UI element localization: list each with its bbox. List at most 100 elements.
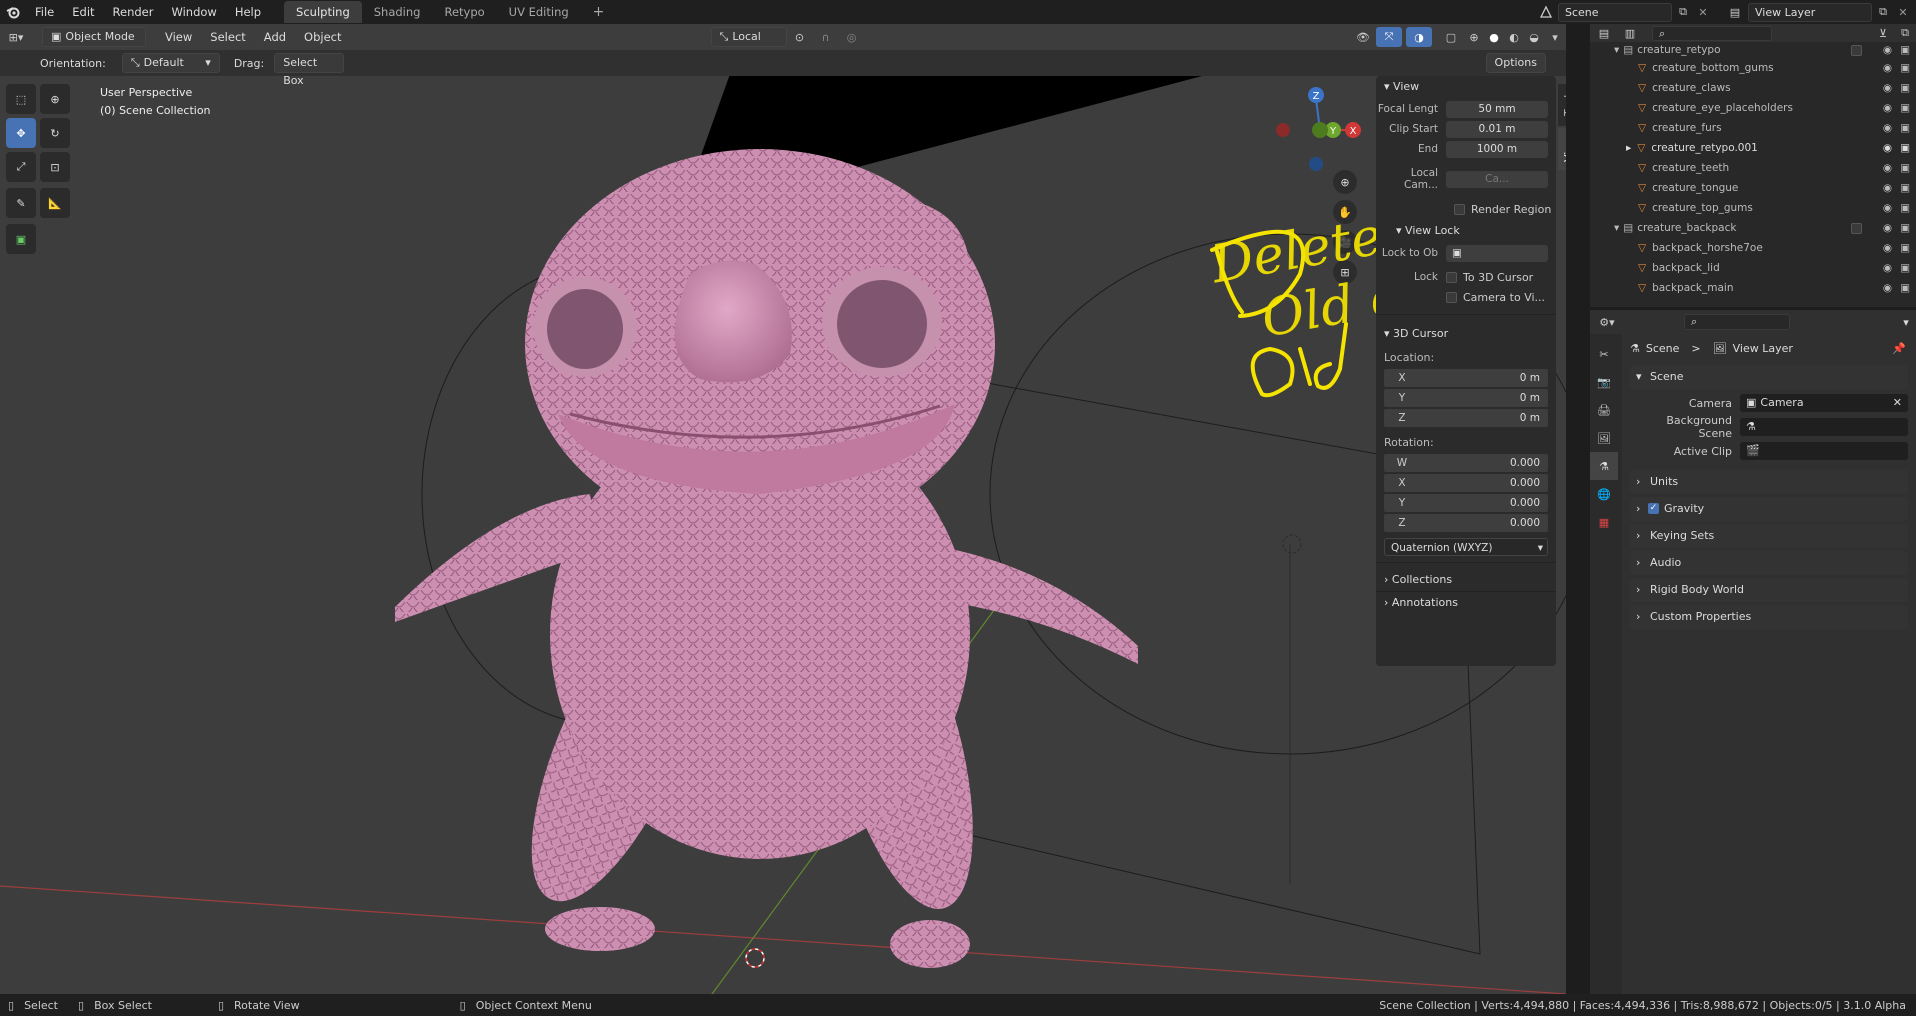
tool-properties-icon[interactable]: ✂ [1590, 340, 1618, 368]
camera-field[interactable]: ▣ Camera ✕ [1740, 394, 1908, 412]
outliner-item[interactable]: ▽ backpack_lid ◉ ▣ [1590, 258, 1916, 278]
audio-section-header[interactable]: › Audio [1630, 551, 1908, 575]
menu-render[interactable]: Render [104, 0, 163, 24]
camera-render-icon[interactable]: ▣ [1900, 40, 1910, 60]
camera-render-icon[interactable]: ▣ [1900, 278, 1910, 298]
blender-logo-icon[interactable] [0, 0, 26, 24]
xray-icon[interactable]: ▢ [1438, 31, 1464, 44]
mode-selector[interactable]: ▣ Object Mode [42, 27, 146, 47]
outliner-item[interactable]: ▽ creature_teeth ◉ ▣ [1590, 158, 1916, 178]
options-button[interactable]: Options [1485, 53, 1546, 73]
camera-render-icon[interactable]: ▣ [1900, 58, 1910, 78]
measure-tool-icon[interactable]: 📐 [40, 188, 70, 218]
clear-camera-icon[interactable]: ✕ [1893, 394, 1902, 412]
camera-to-view-checkbox[interactable] [1446, 291, 1457, 303]
visibility-icon[interactable]: 👁 [1350, 31, 1376, 44]
pin-icon[interactable]: 📌 [1892, 342, 1906, 355]
workspace-tab-shading[interactable]: Shading [362, 1, 433, 23]
outliner-editor-icon[interactable]: ▤ [1590, 27, 1618, 40]
outliner-item[interactable]: ▽ creature_eye_placeholders ◉ ▣ [1590, 98, 1916, 118]
delete-scene-icon[interactable]: ✕ [1694, 2, 1712, 22]
camera-render-icon[interactable]: ▣ [1900, 138, 1910, 158]
outliner-collection-creature-retypo[interactable]: ▾ ▤ creature_retypo ◉ ▣ [1590, 42, 1916, 58]
scene-properties-icon[interactable]: ⚗ [1590, 452, 1618, 480]
outliner-item[interactable]: ▽ creature_top_gums ◉ ▣ [1590, 198, 1916, 218]
view-layer-field[interactable]: View Layer [1748, 2, 1872, 22]
include-collection-checkbox[interactable] [1851, 222, 1862, 234]
eye-icon[interactable]: ◉ [1883, 78, 1892, 98]
annotations-section-header[interactable]: › Annotations [1376, 592, 1556, 614]
outliner-item[interactable]: ▽ creature_claws ◉ ▣ [1590, 78, 1916, 98]
pivot-point-icon[interactable]: ⊙ [787, 31, 813, 44]
chevron-down-icon[interactable]: ▾ [1896, 316, 1916, 329]
snap-icon[interactable]: ∩ [813, 31, 839, 44]
lock-to-object-field[interactable]: ▣ [1446, 244, 1548, 262]
viewport-menu-select[interactable]: Select [201, 25, 254, 49]
sidebar-tab-tool[interactable]: Tool [1558, 84, 1566, 126]
units-section-header[interactable]: › Units [1630, 470, 1908, 494]
outliner-item[interactable]: ▸ ▽ creature_retypo.001 ◉ ▣ [1590, 138, 1916, 158]
rotate-tool-icon[interactable]: ↻ [40, 118, 70, 148]
eye-icon[interactable]: ◉ [1883, 218, 1892, 238]
gravity-checkbox[interactable]: ✓ [1648, 503, 1659, 514]
eye-icon[interactable]: ◉ [1883, 278, 1892, 298]
camera-render-icon[interactable]: ▣ [1900, 98, 1910, 118]
cursor-location-x-field[interactable]: X0 m [1384, 369, 1548, 387]
sidebar-tab-view[interactable]: View [1558, 128, 1566, 170]
outliner-item[interactable]: ▽ backpack_main ◉ ▣ [1590, 278, 1916, 298]
rotation-mode-dropdown[interactable]: Quaternion (WXYZ) ▾ [1384, 538, 1548, 556]
view-lock-section-header[interactable]: ▾ View Lock [1376, 220, 1556, 242]
properties-search-input[interactable]: ⌕ [1684, 314, 1790, 330]
eye-icon[interactable]: ◉ [1883, 158, 1892, 178]
3d-cursor-section-header[interactable]: ▾ 3D Cursor [1376, 323, 1556, 345]
annotate-tool-icon[interactable]: ✎ [6, 188, 36, 218]
rigid-body-world-section-header[interactable]: › Rigid Body World [1630, 578, 1908, 602]
3d-viewport[interactable]: ⊞▾ ▣ Object Mode View Select Add Object … [0, 24, 1566, 994]
active-clip-field[interactable]: 🎬 [1740, 442, 1908, 460]
texture-properties-icon[interactable]: ▦ [1590, 508, 1618, 536]
eye-icon[interactable]: ◉ [1883, 118, 1892, 138]
new-collection-icon[interactable]: ⧉ [1894, 26, 1916, 40]
clip-end-field[interactable]: 1000 m [1446, 140, 1548, 158]
add-cube-tool-icon[interactable]: ▣ [6, 224, 36, 254]
eye-icon[interactable]: ◉ [1883, 138, 1892, 158]
cursor-tool-icon[interactable]: ⊕ [40, 84, 70, 114]
move-tool-icon[interactable]: ✥ [6, 118, 36, 148]
camera-render-icon[interactable]: ▣ [1900, 78, 1910, 98]
gizmo-toggle-icon[interactable]: ⤧ [1376, 27, 1402, 47]
keying-sets-section-header[interactable]: › Keying Sets [1630, 524, 1908, 548]
gravity-section-header[interactable]: › ✓ Gravity [1630, 497, 1908, 521]
outliner-item[interactable]: ▽ creature_tongue ◉ ▣ [1590, 178, 1916, 198]
orientation-dropdown[interactable]: ⤡ Default ▾ [121, 53, 220, 73]
editor-type-icon[interactable]: ⊞▾ [0, 31, 32, 44]
workspace-tab-uv-editing[interactable]: UV Editing [497, 1, 581, 23]
menu-window[interactable]: Window [162, 0, 225, 24]
delete-view-layer-icon[interactable]: ✕ [1894, 2, 1912, 22]
outliner-search-input[interactable]: ⌕ [1652, 25, 1772, 41]
camera-render-icon[interactable]: ▣ [1900, 238, 1910, 258]
viewport-menu-object[interactable]: Object [295, 25, 350, 49]
camera-render-icon[interactable]: ▣ [1900, 218, 1910, 238]
viewport-menu-add[interactable]: Add [255, 25, 295, 49]
camera-render-icon[interactable]: ▣ [1900, 258, 1910, 278]
menu-file[interactable]: File [26, 0, 63, 24]
world-properties-icon[interactable]: 🌐 [1590, 480, 1618, 508]
display-mode-icon[interactable]: ▥ [1618, 27, 1642, 40]
menu-help[interactable]: Help [226, 0, 270, 24]
scene-section-header[interactable]: ▾ Scene [1630, 365, 1908, 389]
lock-to-3d-cursor-checkbox[interactable] [1446, 271, 1457, 283]
menu-edit[interactable]: Edit [63, 0, 103, 24]
shading-solid-icon[interactable]: ● [1484, 31, 1504, 44]
eye-icon[interactable]: ◉ [1883, 238, 1892, 258]
new-scene-icon[interactable]: ⧉ [1672, 2, 1694, 22]
eye-icon[interactable]: ◉ [1883, 258, 1892, 278]
workspace-tab-retypo[interactable]: Retypo [432, 1, 496, 23]
overlays-toggle-icon[interactable]: ◑ [1406, 27, 1432, 47]
workspace-tab-sculpting[interactable]: Sculpting [284, 1, 362, 23]
view-layer-icon[interactable]: ▤ [1722, 2, 1748, 22]
outliner-item[interactable]: ▽ creature_furs ◉ ▣ [1590, 118, 1916, 138]
include-collection-checkbox[interactable] [1851, 44, 1862, 56]
cursor-rotation-y-field[interactable]: Y 0.000 [1384, 494, 1548, 512]
render-region-checkbox[interactable] [1454, 203, 1465, 215]
eye-icon[interactable]: ◉ [1883, 58, 1892, 78]
